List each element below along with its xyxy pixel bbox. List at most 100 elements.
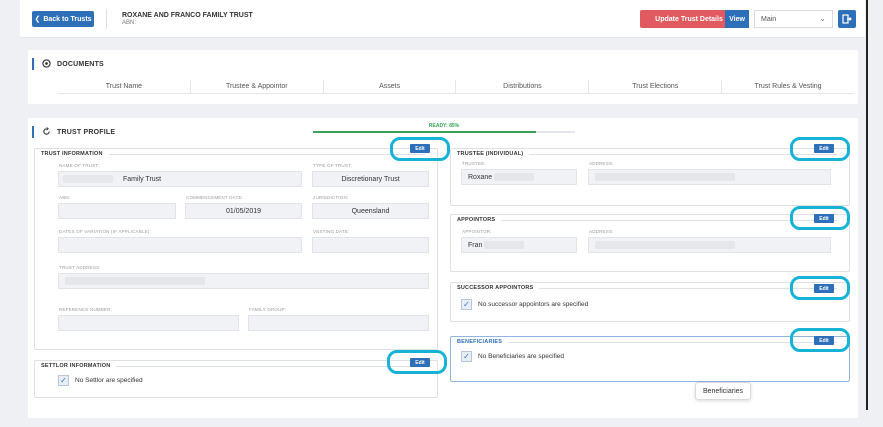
divider (116, 365, 425, 367)
panel-header: TRUST INFORMATION (41, 149, 431, 159)
redacted-text (63, 175, 113, 183)
reference-number-field[interactable] (58, 315, 239, 331)
edit-highlight-ring (387, 350, 447, 374)
document-icon (42, 59, 51, 70)
checkmark-icon[interactable]: ✓ (58, 375, 69, 386)
beneficiaries-none-row: ✓ No Beneficiaries are specified (461, 351, 564, 362)
refresh-icon (42, 127, 51, 138)
redacted-text (65, 277, 205, 285)
progress-fill (313, 131, 536, 133)
tab-assets[interactable]: Assets (324, 80, 457, 93)
tab-trust-rules-vesting[interactable]: Trust Rules & Vesting (722, 80, 854, 93)
edit-highlight-ring (790, 276, 850, 300)
back-to-trusts-button[interactable]: ❮ Back to Trusts (32, 11, 94, 27)
redacted-text (494, 173, 535, 181)
type-of-trust-value: Discretionary Trust (341, 175, 400, 183)
progress-track (313, 131, 575, 133)
type-of-trust-field[interactable]: Discretionary Trust (312, 171, 429, 187)
type-of-trust-label: TYPE OF TRUST: (313, 163, 352, 168)
redacted-text (595, 241, 735, 249)
chevron-left-icon: ❮ (34, 16, 41, 23)
appointor-field[interactable]: Fran (461, 237, 577, 253)
trust-abn: ABN: (122, 20, 137, 26)
appointor-address-field[interactable] (588, 237, 831, 253)
abn-field[interactable] (58, 203, 176, 219)
exit-icon[interactable] (838, 10, 856, 28)
dates-of-variation-label: DATES OF VARIATION (IF APPLICABLE): (59, 229, 152, 234)
beneficiaries-title: BENEFICIARIES (457, 339, 503, 345)
settlor-none-text: No Settlor are specified (75, 377, 143, 384)
commencement-date-value: 01/05/2019 (225, 207, 262, 215)
beneficiaries-tooltip: Beneficiaries (695, 382, 751, 400)
section-accent (32, 58, 34, 70)
trust-information-title: TRUST INFORMATION (41, 151, 103, 157)
jurisdiction-field[interactable]: Queensland (312, 203, 429, 219)
tab-trust-name[interactable]: Trust Name (58, 80, 191, 93)
top-bar: ❮ Back to Trusts ROXANE AND FRANCO FAMIL… (20, 0, 865, 38)
ready-progress: READY: 85% (313, 123, 575, 133)
name-of-trust-field[interactable]: Family Trust (58, 171, 302, 187)
redacted-text (595, 173, 735, 181)
edit-highlight-ring (790, 206, 850, 230)
dates-of-variation-field[interactable] (58, 237, 302, 253)
window-edge (866, 0, 868, 410)
settlor-information-panel: SETTLOR INFORMATION ✓ No Settlor are spe… (34, 360, 438, 398)
panel-header: SETTLOR INFORMATION (41, 361, 431, 371)
name-of-trust-label: NAME OF TRUST: (59, 163, 100, 168)
beneficiaries-none-text: No Beneficiaries are specified (478, 353, 564, 360)
trust-profile-header: TRUST PROFILE (42, 127, 115, 138)
appointor-value: Fran (468, 241, 483, 249)
trustee-value: Roxane (468, 173, 493, 181)
update-trust-details-button[interactable]: Update Trust Details (640, 10, 738, 28)
tab-trust-elections[interactable]: Trust Elections (589, 80, 723, 93)
trustee-field[interactable]: Roxane (461, 169, 577, 185)
back-label: Back to Trusts (43, 15, 92, 23)
appointor-label: APPOINTOR: (462, 229, 492, 234)
trust-address-label: TRUST ADDRESS: (59, 265, 101, 270)
view-select-value: Main (761, 15, 777, 23)
panel-header: APPOINTORS (457, 215, 843, 225)
documents-title: DOCUMENTS (57, 61, 104, 68)
view-button[interactable]: View (725, 10, 749, 28)
edit-highlight-ring (390, 137, 450, 161)
divider (108, 153, 425, 155)
appointors-title: APPOINTORS (457, 217, 496, 223)
edit-highlight-ring (790, 328, 850, 352)
trust-address-field[interactable] (58, 273, 429, 289)
abn-label: ABN: (59, 195, 71, 200)
documents-header: DOCUMENTS (42, 59, 104, 70)
vesting-date-label: VESTING DATE: (313, 229, 350, 234)
trust-profile-title: TRUST PROFILE (57, 129, 116, 136)
family-group-field[interactable] (248, 315, 429, 331)
trust-profile-card: TRUST PROFILE READY: 85% TRUST INFORMATI… (28, 118, 858, 418)
redacted-text (484, 241, 525, 249)
divider (508, 341, 837, 343)
trust-title: ROXANE AND FRANCO FAMILY TRUST (122, 12, 253, 19)
tab-trustee-appointor[interactable]: Trustee & Appointor (191, 80, 324, 93)
jurisdiction-value: Queensland (351, 207, 390, 215)
family-group-label: FAMILY GROUP: (249, 307, 287, 312)
commencement-date-label: COMMENCEMENT DATE: (186, 195, 244, 200)
panel-header: TRUSTEE (INDIVIDUAL) (457, 149, 843, 159)
section-accent (32, 126, 34, 138)
name-of-trust-value: Family Trust (123, 175, 162, 183)
view-select[interactable]: Main ⌄ (754, 10, 833, 28)
panel-header: BENEFICIARIES (457, 337, 843, 347)
panel-header: SUCCESSOR APPOINTORS (457, 283, 843, 293)
vesting-date-field[interactable] (312, 237, 429, 253)
successor-none-text: No successor appointors are specified (478, 301, 589, 308)
tab-distributions[interactable]: Distributions (456, 80, 590, 93)
commencement-date-field[interactable]: 01/05/2019 (185, 203, 302, 219)
ready-label: READY: 85% (428, 123, 460, 129)
chevron-down-icon: ⌄ (819, 14, 826, 23)
trustee-title: TRUSTEE (INDIVIDUAL) (457, 151, 524, 157)
trustee-address-field[interactable] (588, 169, 831, 185)
checkmark-icon[interactable]: ✓ (461, 351, 472, 362)
edit-highlight-ring (790, 137, 850, 161)
trustee-individual-panel: TRUSTEE (INDIVIDUAL) TRUSTEE: Roxane ADD… (450, 148, 850, 206)
checkmark-icon[interactable]: ✓ (461, 299, 472, 310)
successor-appointors-title: SUCCESSOR APPOINTORS (457, 285, 534, 291)
divider (106, 9, 107, 29)
reference-number-label: REFERENCE NUMBER: (59, 307, 113, 312)
divider (501, 219, 837, 221)
